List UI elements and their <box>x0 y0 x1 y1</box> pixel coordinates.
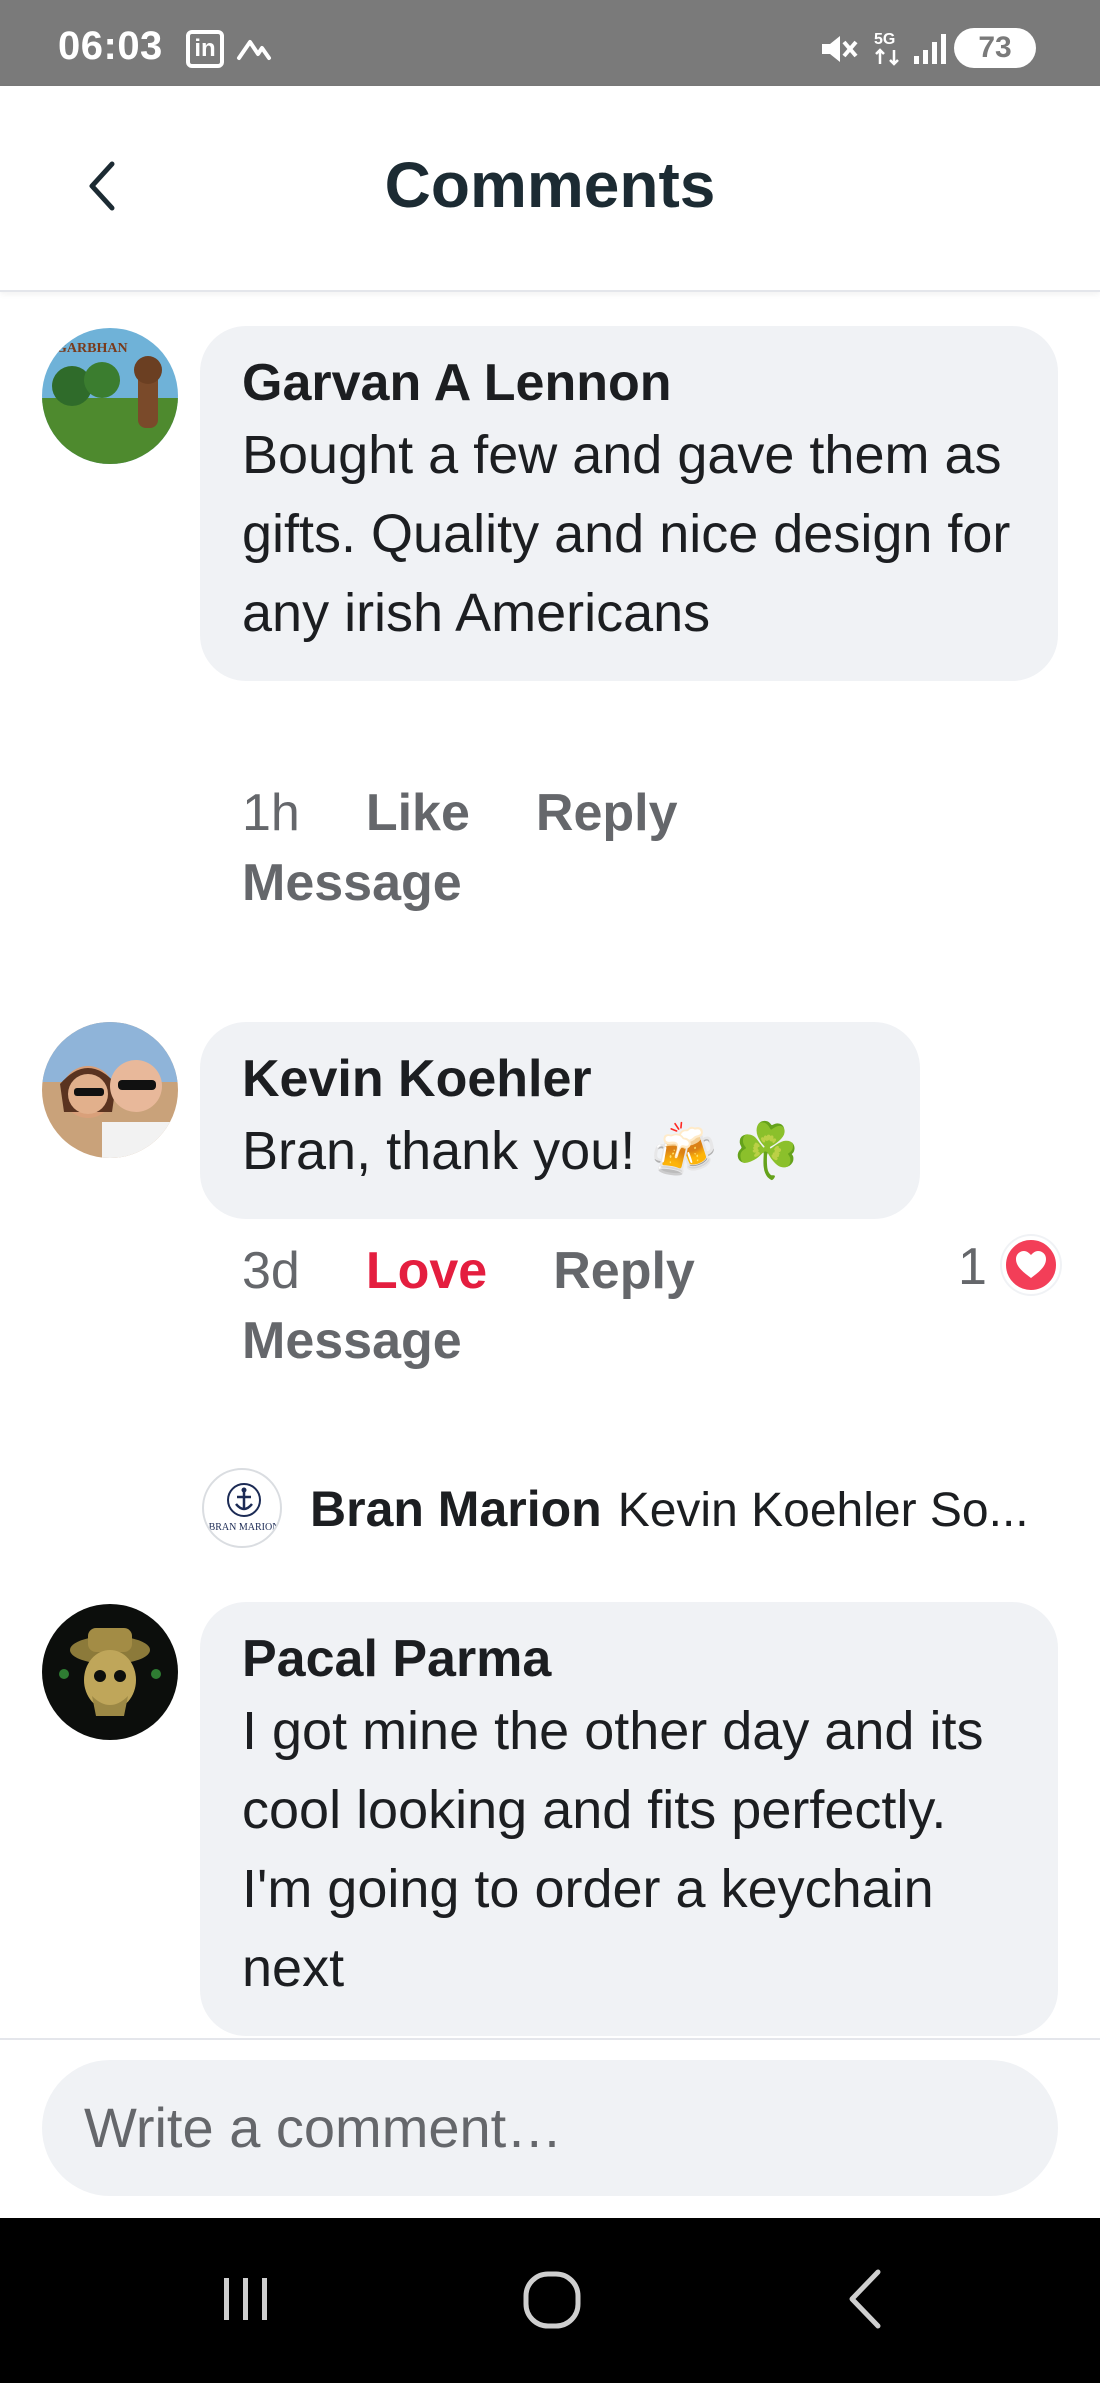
reply-button[interactable]: Reply <box>536 784 678 842</box>
page-title: Comments <box>384 149 716 221</box>
avatar[interactable]: GARBHAN <box>42 328 178 464</box>
reply-avatar-text: BRAN MARION <box>208 1522 280 1533</box>
status-bar: 06:03 in 5G 73 <box>0 0 1100 86</box>
like-button[interactable]: Like <box>366 784 470 842</box>
avatar[interactable] <box>42 1604 178 1740</box>
comment-time: 3d <box>242 1242 300 1300</box>
comment-text: Bought a few and gave them as gifts. Qua… <box>242 425 1011 643</box>
back-icon[interactable] <box>836 2264 896 2334</box>
signal-icon <box>914 34 946 64</box>
reply-author[interactable]: Bran Marion <box>310 1481 602 1537</box>
reply-avatar[interactable]: BRAN MARION <box>202 1468 282 1548</box>
comment-bubble[interactable]: Pacal Parma I got mine the other day and… <box>200 1602 1058 2036</box>
comment-input[interactable]: Write a comment… <box>42 2060 1058 2196</box>
comment-composer: Write a comment… <box>0 2038 1100 2218</box>
comment-text: Bran, thank you! 🍻 ☘️ <box>242 1121 800 1181</box>
activity-icon <box>237 40 271 60</box>
gruffalo-avatar-icon: GARBHAN <box>42 328 178 464</box>
comment-author[interactable]: Kevin Koehler <box>242 1046 878 1112</box>
system-nav-bar <box>0 2218 1100 2383</box>
home-icon[interactable] <box>518 2264 588 2334</box>
comment-actions: 3d Love Reply Message <box>242 1236 892 1376</box>
reply-text: Kevin Koehler So... <box>617 1484 1029 1537</box>
mute-icon <box>822 36 858 62</box>
heart-reaction-icon <box>1002 1236 1060 1294</box>
skull-avatar-icon <box>42 1604 178 1740</box>
linkedin-icon: in <box>186 30 224 68</box>
comment-time: 1h <box>242 784 300 842</box>
comment-text: I got mine the other day and its cool lo… <box>242 1701 984 1998</box>
svg-text:GARBHAN: GARBHAN <box>56 341 128 356</box>
5g-icon: 5G <box>874 31 899 66</box>
love-button[interactable]: Love <box>366 1242 487 1300</box>
reply-preview[interactable]: Bran Marion Kevin Koehler So... <box>310 1476 1080 1544</box>
svg-text:5G: 5G <box>874 31 895 48</box>
comments-header: Comments <box>0 86 1100 292</box>
comment-author[interactable]: Garvan A Lennon <box>242 350 1016 416</box>
battery-indicator: 73 <box>954 28 1036 68</box>
comment-bubble[interactable]: Garvan A Lennon Bought a few and gave th… <box>200 326 1058 681</box>
couple-avatar-icon <box>42 1022 178 1158</box>
reply-button[interactable]: Reply <box>553 1242 695 1300</box>
message-button[interactable]: Message <box>242 854 462 912</box>
comment-bubble[interactable]: Kevin Koehler Bran, thank you! 🍻 ☘️ <box>200 1022 920 1219</box>
comment-actions: 1h Like Reply Message <box>242 778 842 918</box>
comment-author[interactable]: Pacal Parma <box>242 1626 1016 1692</box>
status-time: 06:03 <box>58 24 163 68</box>
message-button[interactable]: Message <box>242 1312 462 1370</box>
anchor-logo-icon <box>227 1483 261 1517</box>
avatar[interactable] <box>42 1022 178 1158</box>
reaction-count[interactable]: 1 <box>958 1232 987 1302</box>
recent-apps-icon[interactable] <box>216 2264 276 2334</box>
